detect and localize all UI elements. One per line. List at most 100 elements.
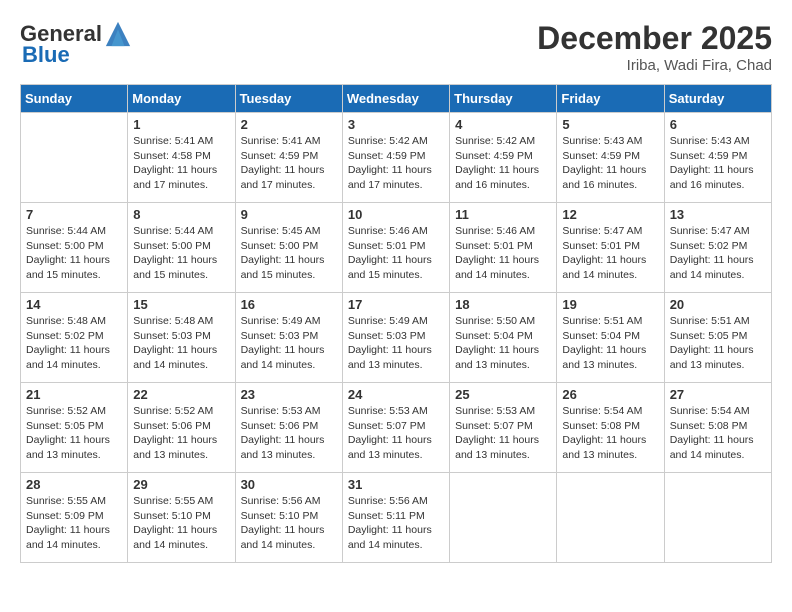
- calendar-cell: 12 Sunrise: 5:47 AMSunset: 5:01 PMDayligh…: [557, 203, 664, 293]
- day-info: Sunrise: 5:41 AMSunset: 4:58 PMDaylight:…: [133, 134, 229, 193]
- day-number: 30: [241, 477, 337, 492]
- day-info: Sunrise: 5:49 AMSunset: 5:03 PMDaylight:…: [348, 314, 444, 373]
- day-info: Sunrise: 5:45 AMSunset: 5:00 PMDaylight:…: [241, 224, 337, 283]
- day-info: Sunrise: 5:52 AMSunset: 5:06 PMDaylight:…: [133, 404, 229, 463]
- weekday-header: Sunday: [21, 85, 128, 113]
- day-number: 1: [133, 117, 229, 132]
- day-number: 23: [241, 387, 337, 402]
- day-info: Sunrise: 5:52 AMSunset: 5:05 PMDaylight:…: [26, 404, 122, 463]
- week-row: 7 Sunrise: 5:44 AMSunset: 5:00 PMDaylight…: [21, 203, 772, 293]
- day-info: Sunrise: 5:53 AMSunset: 5:07 PMDaylight:…: [348, 404, 444, 463]
- calendar-cell: 22 Sunrise: 5:52 AMSunset: 5:06 PMDayligh…: [128, 383, 235, 473]
- calendar-cell: [21, 113, 128, 203]
- calendar-cell: 1 Sunrise: 5:41 AMSunset: 4:58 PMDaylight…: [128, 113, 235, 203]
- day-number: 25: [455, 387, 551, 402]
- day-number: 2: [241, 117, 337, 132]
- day-number: 13: [670, 207, 766, 222]
- calendar-cell: 29 Sunrise: 5:55 AMSunset: 5:10 PMDayligh…: [128, 473, 235, 563]
- day-info: Sunrise: 5:41 AMSunset: 4:59 PMDaylight:…: [241, 134, 337, 193]
- day-info: Sunrise: 5:42 AMSunset: 4:59 PMDaylight:…: [348, 134, 444, 193]
- day-info: Sunrise: 5:47 AMSunset: 5:01 PMDaylight:…: [562, 224, 658, 283]
- calendar-cell: 7 Sunrise: 5:44 AMSunset: 5:00 PMDaylight…: [21, 203, 128, 293]
- day-info: Sunrise: 5:49 AMSunset: 5:03 PMDaylight:…: [241, 314, 337, 373]
- calendar-cell: 2 Sunrise: 5:41 AMSunset: 4:59 PMDaylight…: [235, 113, 342, 203]
- day-number: 17: [348, 297, 444, 312]
- weekday-header: Thursday: [450, 85, 557, 113]
- day-info: Sunrise: 5:46 AMSunset: 5:01 PMDaylight:…: [455, 224, 551, 283]
- day-number: 10: [348, 207, 444, 222]
- day-info: Sunrise: 5:47 AMSunset: 5:02 PMDaylight:…: [670, 224, 766, 283]
- calendar-cell: 19 Sunrise: 5:51 AMSunset: 5:04 PMDayligh…: [557, 293, 664, 383]
- weekday-header: Wednesday: [342, 85, 449, 113]
- week-row: 28 Sunrise: 5:55 AMSunset: 5:09 PMDayligh…: [21, 473, 772, 563]
- day-number: 19: [562, 297, 658, 312]
- calendar-table: SundayMondayTuesdayWednesdayThursdayFrid…: [20, 84, 772, 563]
- calendar-cell: 23 Sunrise: 5:53 AMSunset: 5:06 PMDayligh…: [235, 383, 342, 473]
- calendar-cell: 26 Sunrise: 5:54 AMSunset: 5:08 PMDayligh…: [557, 383, 664, 473]
- day-number: 7: [26, 207, 122, 222]
- calendar-cell: 13 Sunrise: 5:47 AMSunset: 5:02 PMDayligh…: [664, 203, 771, 293]
- day-number: 5: [562, 117, 658, 132]
- day-number: 28: [26, 477, 122, 492]
- calendar-cell: 28 Sunrise: 5:55 AMSunset: 5:09 PMDayligh…: [21, 473, 128, 563]
- calendar-cell: [450, 473, 557, 563]
- calendar-cell: 15 Sunrise: 5:48 AMSunset: 5:03 PMDayligh…: [128, 293, 235, 383]
- day-info: Sunrise: 5:48 AMSunset: 5:02 PMDaylight:…: [26, 314, 122, 373]
- logo: General Blue: [20, 20, 132, 68]
- day-info: Sunrise: 5:51 AMSunset: 5:04 PMDaylight:…: [562, 314, 658, 373]
- day-info: Sunrise: 5:44 AMSunset: 5:00 PMDaylight:…: [26, 224, 122, 283]
- day-info: Sunrise: 5:44 AMSunset: 5:00 PMDaylight:…: [133, 224, 229, 283]
- day-info: Sunrise: 5:56 AMSunset: 5:10 PMDaylight:…: [241, 494, 337, 553]
- weekday-header: Friday: [557, 85, 664, 113]
- day-info: Sunrise: 5:50 AMSunset: 5:04 PMDaylight:…: [455, 314, 551, 373]
- day-number: 24: [348, 387, 444, 402]
- calendar-cell: 30 Sunrise: 5:56 AMSunset: 5:10 PMDayligh…: [235, 473, 342, 563]
- day-info: Sunrise: 5:53 AMSunset: 5:07 PMDaylight:…: [455, 404, 551, 463]
- day-info: Sunrise: 5:46 AMSunset: 5:01 PMDaylight:…: [348, 224, 444, 283]
- location: Iriba, Wadi Fira, Chad: [537, 57, 772, 74]
- day-number: 8: [133, 207, 229, 222]
- calendar-cell: 27 Sunrise: 5:54 AMSunset: 5:08 PMDayligh…: [664, 383, 771, 473]
- day-number: 27: [670, 387, 766, 402]
- calendar-cell: 18 Sunrise: 5:50 AMSunset: 5:04 PMDayligh…: [450, 293, 557, 383]
- day-number: 9: [241, 207, 337, 222]
- day-number: 11: [455, 207, 551, 222]
- day-number: 18: [455, 297, 551, 312]
- weekday-header: Tuesday: [235, 85, 342, 113]
- day-number: 12: [562, 207, 658, 222]
- calendar-cell: 6 Sunrise: 5:43 AMSunset: 4:59 PMDaylight…: [664, 113, 771, 203]
- calendar-cell: 11 Sunrise: 5:46 AMSunset: 5:01 PMDayligh…: [450, 203, 557, 293]
- day-info: Sunrise: 5:54 AMSunset: 5:08 PMDaylight:…: [562, 404, 658, 463]
- page-header: General Blue December 2025 Iriba, Wadi F…: [20, 20, 772, 74]
- calendar-cell: 4Sunrise: 5:42 AMSunset: 4:59 PMDaylight…: [450, 113, 557, 203]
- day-number: 22: [133, 387, 229, 402]
- day-info: Sunrise: 5:56 AMSunset: 5:11 PMDaylight:…: [348, 494, 444, 553]
- day-info: Sunrise: 5:48 AMSunset: 5:03 PMDaylight:…: [133, 314, 229, 373]
- calendar-cell: 25 Sunrise: 5:53 AMSunset: 5:07 PMDayligh…: [450, 383, 557, 473]
- calendar-cell: 21 Sunrise: 5:52 AMSunset: 5:05 PMDayligh…: [21, 383, 128, 473]
- month-title: December 2025: [537, 20, 772, 57]
- calendar-cell: 10 Sunrise: 5:46 AMSunset: 5:01 PMDayligh…: [342, 203, 449, 293]
- calendar-cell: 14Sunrise: 5:48 AMSunset: 5:02 PMDayligh…: [21, 293, 128, 383]
- day-number: 6: [670, 117, 766, 132]
- day-info: Sunrise: 5:54 AMSunset: 5:08 PMDaylight:…: [670, 404, 766, 463]
- calendar-cell: 31Sunrise: 5:56 AMSunset: 5:11 PMDayligh…: [342, 473, 449, 563]
- day-info: Sunrise: 5:43 AMSunset: 4:59 PMDaylight:…: [562, 134, 658, 193]
- day-info: Sunrise: 5:55 AMSunset: 5:09 PMDaylight:…: [26, 494, 122, 553]
- calendar-cell: [664, 473, 771, 563]
- day-number: 21: [26, 387, 122, 402]
- day-info: Sunrise: 5:53 AMSunset: 5:06 PMDaylight:…: [241, 404, 337, 463]
- logo-icon: [104, 20, 132, 48]
- day-number: 26: [562, 387, 658, 402]
- day-info: Sunrise: 5:43 AMSunset: 4:59 PMDaylight:…: [670, 134, 766, 193]
- day-number: 4: [455, 117, 551, 132]
- day-number: 29: [133, 477, 229, 492]
- calendar-cell: [557, 473, 664, 563]
- title-block: December 2025 Iriba, Wadi Fira, Chad: [537, 20, 772, 74]
- calendar-cell: 9 Sunrise: 5:45 AMSunset: 5:00 PMDaylight…: [235, 203, 342, 293]
- day-info: Sunrise: 5:51 AMSunset: 5:05 PMDaylight:…: [670, 314, 766, 373]
- logo-blue: Blue: [22, 42, 70, 68]
- day-number: 15: [133, 297, 229, 312]
- day-info: Sunrise: 5:55 AMSunset: 5:10 PMDaylight:…: [133, 494, 229, 553]
- calendar-cell: 16Sunrise: 5:49 AMSunset: 5:03 PMDayligh…: [235, 293, 342, 383]
